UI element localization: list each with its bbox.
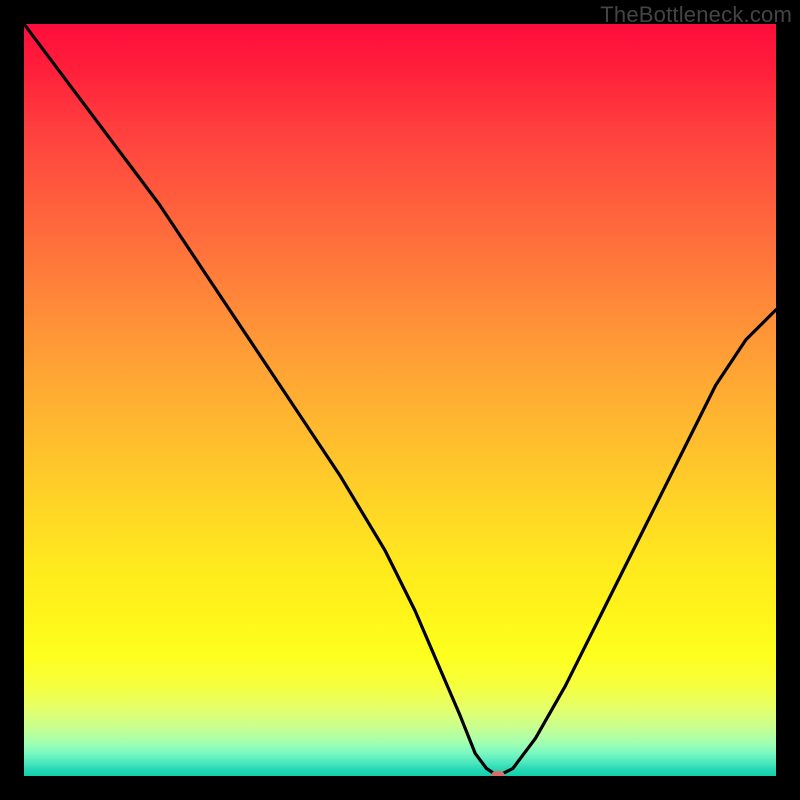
minimum-marker <box>491 771 505 776</box>
watermark-text: TheBottleneck.com <box>600 2 792 28</box>
bottleneck-curve <box>24 24 776 776</box>
chart-frame: TheBottleneck.com <box>0 0 800 800</box>
plot-area <box>24 24 776 776</box>
